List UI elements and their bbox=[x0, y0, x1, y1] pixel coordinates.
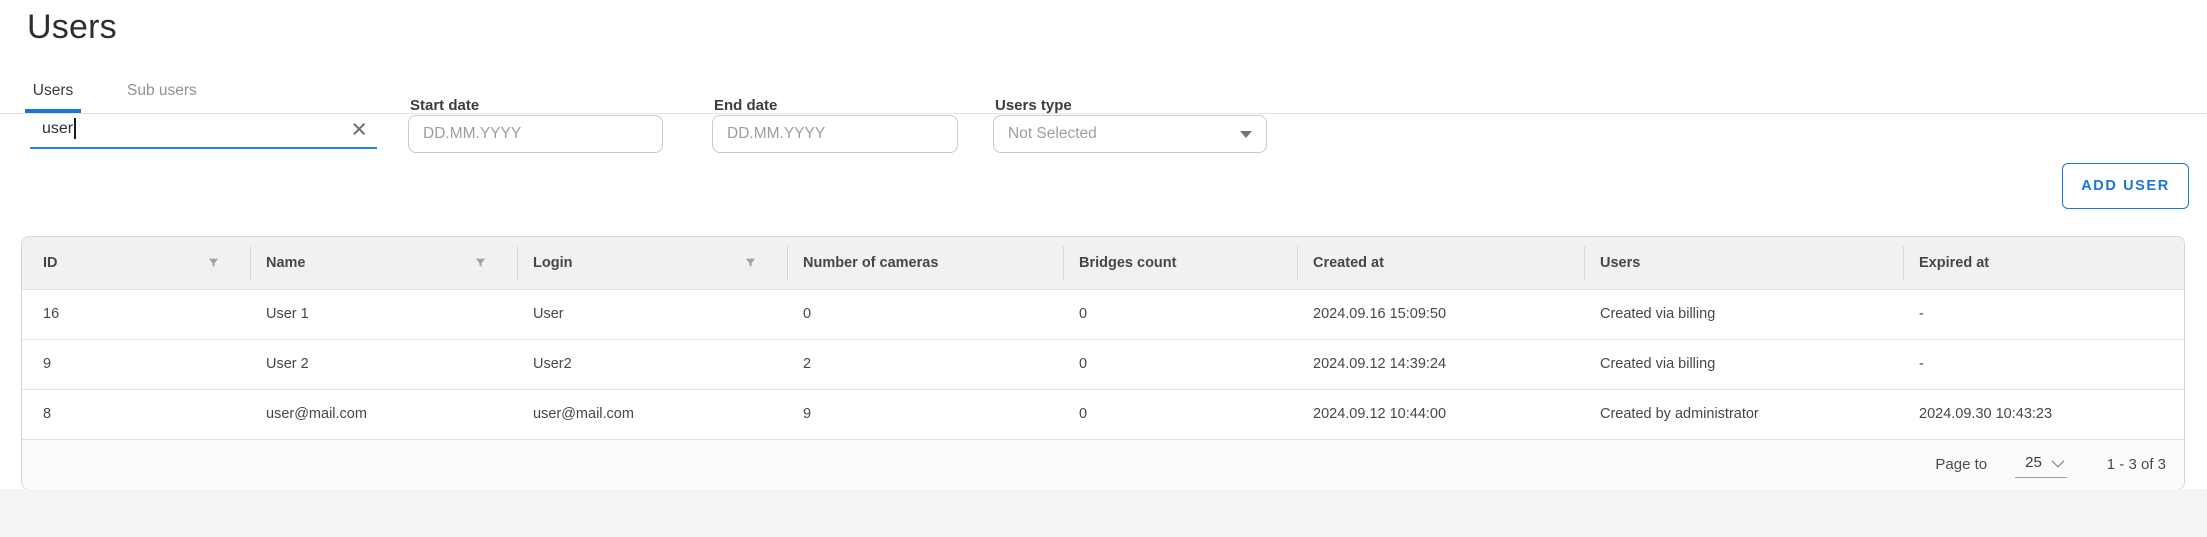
table-row[interactable]: 9User 2User2202024.09.12 14:39:24Created… bbox=[22, 339, 2184, 389]
column-header-created-at: Created at bbox=[1297, 237, 1584, 289]
users-type-label: Users type bbox=[995, 97, 1072, 114]
page-bottom-strip bbox=[0, 489, 2207, 537]
table-cell: 2024.09.12 10:44:00 bbox=[1297, 389, 1584, 439]
table-cell: Created via billing bbox=[1584, 289, 1903, 339]
column-header-bridges-count: Bridges count bbox=[1063, 237, 1297, 289]
start-date-label: Start date bbox=[410, 97, 479, 114]
table-cell: User 1 bbox=[250, 289, 517, 339]
table-cell: 0 bbox=[1063, 389, 1297, 439]
add-user-button[interactable]: ADD USER bbox=[2062, 163, 2189, 209]
start-date-input[interactable] bbox=[408, 115, 663, 153]
column-header-id: ID bbox=[22, 237, 250, 289]
table-cell: 9 bbox=[22, 339, 250, 389]
table-cell: 0 bbox=[1063, 289, 1297, 339]
table-cell: user@mail.com bbox=[250, 389, 517, 439]
chevron-down-icon bbox=[1240, 131, 1252, 138]
table-row[interactable]: 16User 1User002024.09.16 15:09:50Created… bbox=[22, 289, 2184, 339]
table-cell: User2 bbox=[517, 339, 787, 389]
table-cell: 2 bbox=[787, 339, 1063, 389]
search-input[interactable]: user × bbox=[30, 112, 377, 149]
table-cell: Created by administrator bbox=[1584, 389, 1903, 439]
table-footer: Page to 25 1 - 3 of 3 bbox=[22, 439, 2184, 489]
clear-search-icon[interactable]: × bbox=[347, 119, 371, 139]
page-size-select[interactable]: 25 bbox=[2015, 452, 2067, 478]
users-type-select[interactable]: Not Selected bbox=[993, 115, 1267, 153]
table-cell: 2024.09.30 10:43:23 bbox=[1903, 389, 2184, 439]
filter-funnel-icon[interactable] bbox=[474, 256, 487, 269]
column-header-login: Login bbox=[517, 237, 787, 289]
page-to-label: Page to bbox=[1935, 456, 1987, 473]
table-cell: User bbox=[517, 289, 787, 339]
table-cell: 0 bbox=[1063, 339, 1297, 389]
filter-bar: user × Start date End date Users type No… bbox=[0, 95, 2207, 225]
end-date-label: End date bbox=[714, 97, 777, 114]
filter-funnel-icon[interactable] bbox=[744, 256, 757, 269]
table-cell: 2024.09.16 15:09:50 bbox=[1297, 289, 1584, 339]
search-input-value: user bbox=[42, 120, 73, 138]
table-cell: 8 bbox=[22, 389, 250, 439]
table-row[interactable]: 8user@mail.comuser@mail.com902024.09.12 … bbox=[22, 389, 2184, 439]
end-date-input[interactable] bbox=[712, 115, 958, 153]
pagination-range: 1 - 3 of 3 bbox=[2107, 456, 2166, 473]
column-header-number-of-cameras: Number of cameras bbox=[787, 237, 1063, 289]
table-cell: - bbox=[1903, 289, 2184, 339]
table-body: 16User 1User002024.09.16 15:09:50Created… bbox=[22, 289, 2184, 439]
table-cell: 2024.09.12 14:39:24 bbox=[1297, 339, 1584, 389]
page-size-value: 25 bbox=[2025, 454, 2042, 471]
users-table-card: IDNameLoginNumber of camerasBridges coun… bbox=[21, 236, 2185, 490]
text-caret bbox=[74, 118, 76, 139]
table-cell: user@mail.com bbox=[517, 389, 787, 439]
table-cell: 16 bbox=[22, 289, 250, 339]
users-table: IDNameLoginNumber of camerasBridges coun… bbox=[22, 237, 2184, 439]
users-page: Users Users Sub users user × Start date … bbox=[0, 0, 2207, 537]
table-cell: - bbox=[1903, 339, 2184, 389]
chevron-down-icon bbox=[2051, 454, 2064, 467]
page-title: Users bbox=[27, 8, 117, 47]
column-header-users: Users bbox=[1584, 237, 1903, 289]
users-type-value: Not Selected bbox=[1008, 125, 1097, 143]
table-cell: 0 bbox=[787, 289, 1063, 339]
table-cell: Created via billing bbox=[1584, 339, 1903, 389]
table-header-row: IDNameLoginNumber of camerasBridges coun… bbox=[22, 237, 2184, 289]
column-header-name: Name bbox=[250, 237, 517, 289]
table-cell: User 2 bbox=[250, 339, 517, 389]
column-header-expired-at: Expired at bbox=[1903, 237, 2184, 289]
table-cell: 9 bbox=[787, 389, 1063, 439]
filter-funnel-icon[interactable] bbox=[207, 256, 220, 269]
